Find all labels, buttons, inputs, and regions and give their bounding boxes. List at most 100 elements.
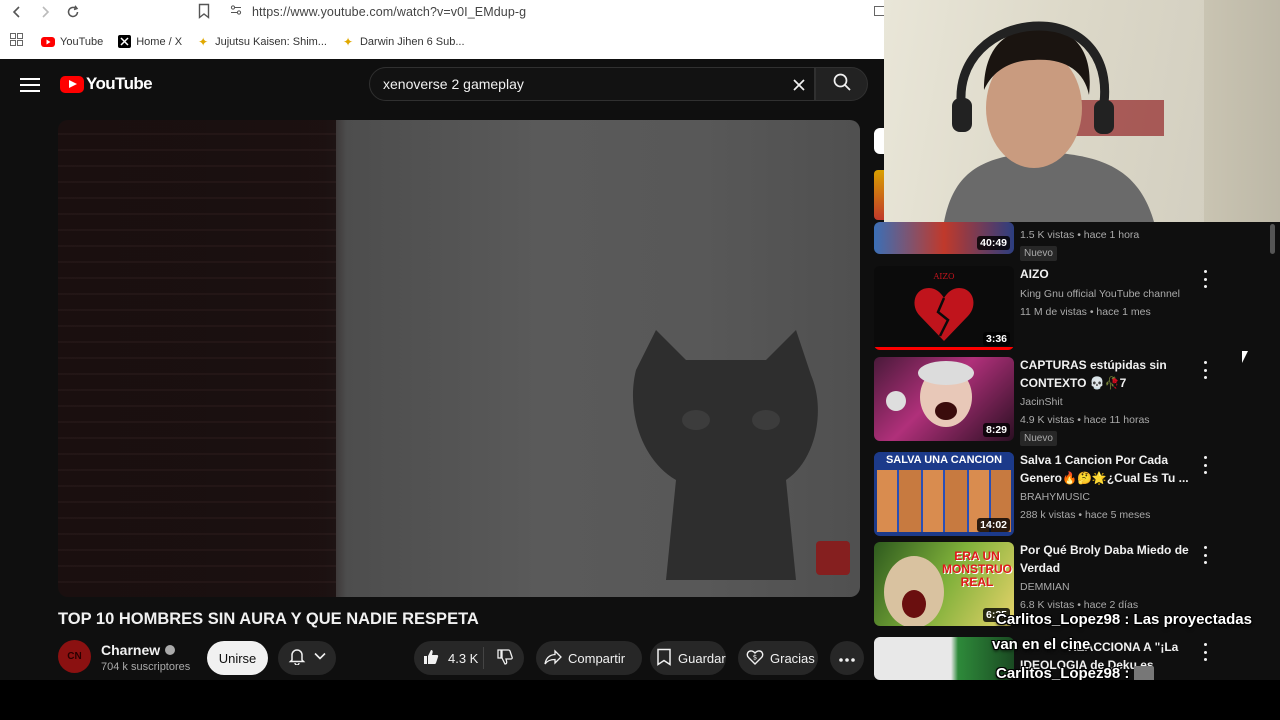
reload-icon[interactable] bbox=[62, 1, 84, 23]
svg-text:AIZO: AIZO bbox=[932, 272, 954, 281]
like-count: 4.3 K bbox=[448, 650, 479, 666]
channel-name[interactable]: JacinShit bbox=[1020, 396, 1063, 408]
bell-icon bbox=[288, 647, 306, 670]
chevron-down-icon bbox=[314, 649, 326, 667]
video-thumbnail[interactable]: ERA UN MONSTRUO REAL 6:35 bbox=[874, 542, 1014, 626]
channel-name[interactable]: King Gnu official YouTube channel bbox=[1020, 288, 1180, 300]
back-icon[interactable] bbox=[6, 1, 28, 23]
video-player[interactable] bbox=[58, 120, 860, 597]
youtube-icon bbox=[41, 35, 55, 49]
kebab-menu-icon[interactable] bbox=[1200, 270, 1210, 288]
thumbnail-caption: ERA UN MONSTRUO REAL bbox=[942, 549, 1012, 589]
share-label: Compartir bbox=[568, 650, 626, 666]
duration-badge: 14:02 bbox=[977, 518, 1010, 532]
logo-text: YouTube bbox=[86, 74, 153, 93]
apps-grid-icon[interactable] bbox=[10, 32, 23, 51]
bookmark-jujutsu[interactable]: ✦ Jujutsu Kaisen: Shim... bbox=[196, 35, 327, 49]
sidebar-scrollbar[interactable] bbox=[1268, 222, 1276, 678]
bookmarks-bar: YouTube Home / X ✦ Jujutsu Kaisen: Shim.… bbox=[0, 24, 884, 59]
forward-icon[interactable] bbox=[34, 1, 56, 23]
video-title[interactable]: CAPTURAS estúpidas sin CONTEXTO 💀🥀7 bbox=[1020, 357, 1196, 392]
video-meta: 4.9 K vistas • hace 11 horas bbox=[1020, 414, 1150, 426]
search-button[interactable] bbox=[815, 67, 868, 101]
thumbs-up-icon bbox=[422, 648, 440, 669]
channel-name[interactable]: BRAHYMUSIC bbox=[1020, 491, 1090, 503]
bookmark-star-icon[interactable] bbox=[198, 3, 210, 24]
channel-name[interactable]: DEMMIAN bbox=[1020, 581, 1070, 593]
join-button[interactable]: Unirse bbox=[207, 641, 268, 675]
search-input[interactable]: xenoverse 2 gameplay bbox=[369, 67, 815, 101]
recommendation-item[interactable]: 40:49 1.5 K vistas • hace 1 hora Nuevo bbox=[874, 222, 1210, 262]
youtube-logo[interactable]: YouTube bbox=[60, 74, 153, 94]
webcam-door bbox=[1204, 0, 1280, 222]
channel-watermark[interactable] bbox=[816, 541, 850, 575]
thanks-label: Gracias bbox=[770, 650, 815, 666]
video-frame-cat bbox=[632, 330, 818, 580]
chat-text-continued: van en el cine bbox=[992, 636, 1091, 653]
chat-username: Carlitos_Lopez98 bbox=[996, 611, 1121, 628]
bookmark-darwin[interactable]: ✦ Darwin Jihen 6 Sub... bbox=[341, 35, 465, 49]
site-settings-icon[interactable] bbox=[230, 3, 242, 21]
recommendation-item[interactable]: AIZO 3:36 AIZO King Gnu official YouTube… bbox=[874, 266, 1210, 350]
hamburger-menu-icon[interactable] bbox=[20, 75, 40, 95]
thanks-button[interactable]: $ Gracias bbox=[738, 641, 818, 675]
letterbox-bottom bbox=[0, 680, 1280, 720]
save-button[interactable]: Guardar bbox=[650, 641, 726, 675]
subscriber-count: 704 k suscriptores bbox=[101, 661, 191, 673]
recommendation-item[interactable]: SALVA UNA CANCION 14:02 Salva 1 Cancion … bbox=[874, 452, 1210, 536]
video-title-line: Salva 1 Cancion Por Cada bbox=[1020, 453, 1169, 467]
url-text[interactable]: https://www.youtube.com/watch?v=v0I_EMdu… bbox=[252, 5, 526, 19]
svg-text:$: $ bbox=[753, 653, 757, 661]
verified-icon bbox=[165, 645, 176, 655]
video-title-line: CAPTURAS estúpidas sin bbox=[1020, 358, 1167, 372]
video-title[interactable]: Por Qué Broly Daba Miedo de Verdad bbox=[1020, 542, 1196, 577]
video-thumbnail[interactable]: 8:29 bbox=[874, 357, 1014, 441]
video-meta: 288 k vistas • hace 5 meses bbox=[1020, 509, 1151, 521]
video-title-line: Genero🔥🤔🌟¿Cual Es Tu ... bbox=[1020, 470, 1189, 485]
video-title: TOP 10 HOMBRES SIN AURA Y QUE NADIE RESP… bbox=[58, 610, 479, 628]
video-title[interactable]: Salva 1 Cancion Por Cada Genero🔥🤔🌟¿Cual … bbox=[1020, 452, 1196, 487]
bookmark-x[interactable]: Home / X bbox=[117, 35, 182, 49]
search-icon bbox=[833, 73, 851, 96]
video-thumbnail[interactable]: SALVA UNA CANCION 14:02 bbox=[874, 452, 1014, 536]
kebab-menu-icon[interactable] bbox=[1200, 361, 1210, 379]
kebab-menu-icon[interactable] bbox=[1200, 546, 1210, 564]
recommendation-item[interactable]: 8:29 CAPTURAS estúpidas sin CONTEXTO 💀🥀7… bbox=[874, 357, 1210, 446]
video-title[interactable]: AIZO bbox=[1020, 266, 1196, 284]
more-horizontal-icon bbox=[839, 649, 855, 667]
thumbnail-partial[interactable] bbox=[874, 170, 884, 220]
new-badge: Nuevo bbox=[1020, 431, 1057, 446]
share-button[interactable]: Compartir bbox=[536, 641, 642, 675]
sparkle-icon: ✦ bbox=[198, 34, 209, 49]
channel-name-text[interactable]: Charnew bbox=[101, 642, 160, 658]
duration-badge: 8:29 bbox=[982, 423, 1010, 437]
notifications-button[interactable] bbox=[278, 641, 336, 675]
like-button[interactable]: 4.3 K bbox=[414, 647, 484, 669]
x-icon bbox=[117, 35, 131, 49]
clear-search-icon[interactable] bbox=[788, 74, 810, 96]
scrollbar-thumb[interactable] bbox=[1270, 224, 1275, 254]
video-meta: 1.5 K vistas • hace 1 hora bbox=[1020, 229, 1140, 241]
youtube-header: YouTube xenoverse 2 gameplay bbox=[0, 59, 884, 112]
share-icon bbox=[544, 648, 562, 669]
chat-text: : Las proyectadas bbox=[1124, 611, 1252, 628]
bookmark-youtube[interactable]: YouTube bbox=[41, 35, 103, 49]
bookmark-label: YouTube bbox=[60, 35, 104, 48]
video-frame-wall bbox=[58, 120, 336, 597]
kebab-menu-icon[interactable] bbox=[1200, 456, 1210, 474]
search-value[interactable]: xenoverse 2 gameplay bbox=[383, 76, 524, 92]
more-actions-button[interactable] bbox=[830, 641, 864, 675]
thumbs-down-icon bbox=[496, 648, 514, 669]
duration-badge: 3:36 bbox=[982, 332, 1010, 346]
window-icon[interactable] bbox=[874, 6, 884, 16]
video-thumbnail[interactable]: 40:49 bbox=[874, 222, 1014, 254]
bookmark-label: Jujutsu Kaisen: Shim... bbox=[215, 35, 327, 48]
webcam-person bbox=[944, 21, 1154, 222]
save-label: Guardar bbox=[678, 650, 726, 666]
video-thumbnail[interactable]: AIZO 3:36 bbox=[874, 266, 1014, 350]
address-bar[interactable]: https://www.youtube.com/watch?v=v0I_EMdu… bbox=[230, 0, 526, 24]
channel-avatar[interactable]: CN bbox=[58, 640, 91, 673]
dislike-button[interactable] bbox=[484, 648, 514, 669]
channel-name[interactable]: Charnew bbox=[101, 642, 176, 658]
kebab-menu-icon[interactable] bbox=[1200, 643, 1210, 661]
